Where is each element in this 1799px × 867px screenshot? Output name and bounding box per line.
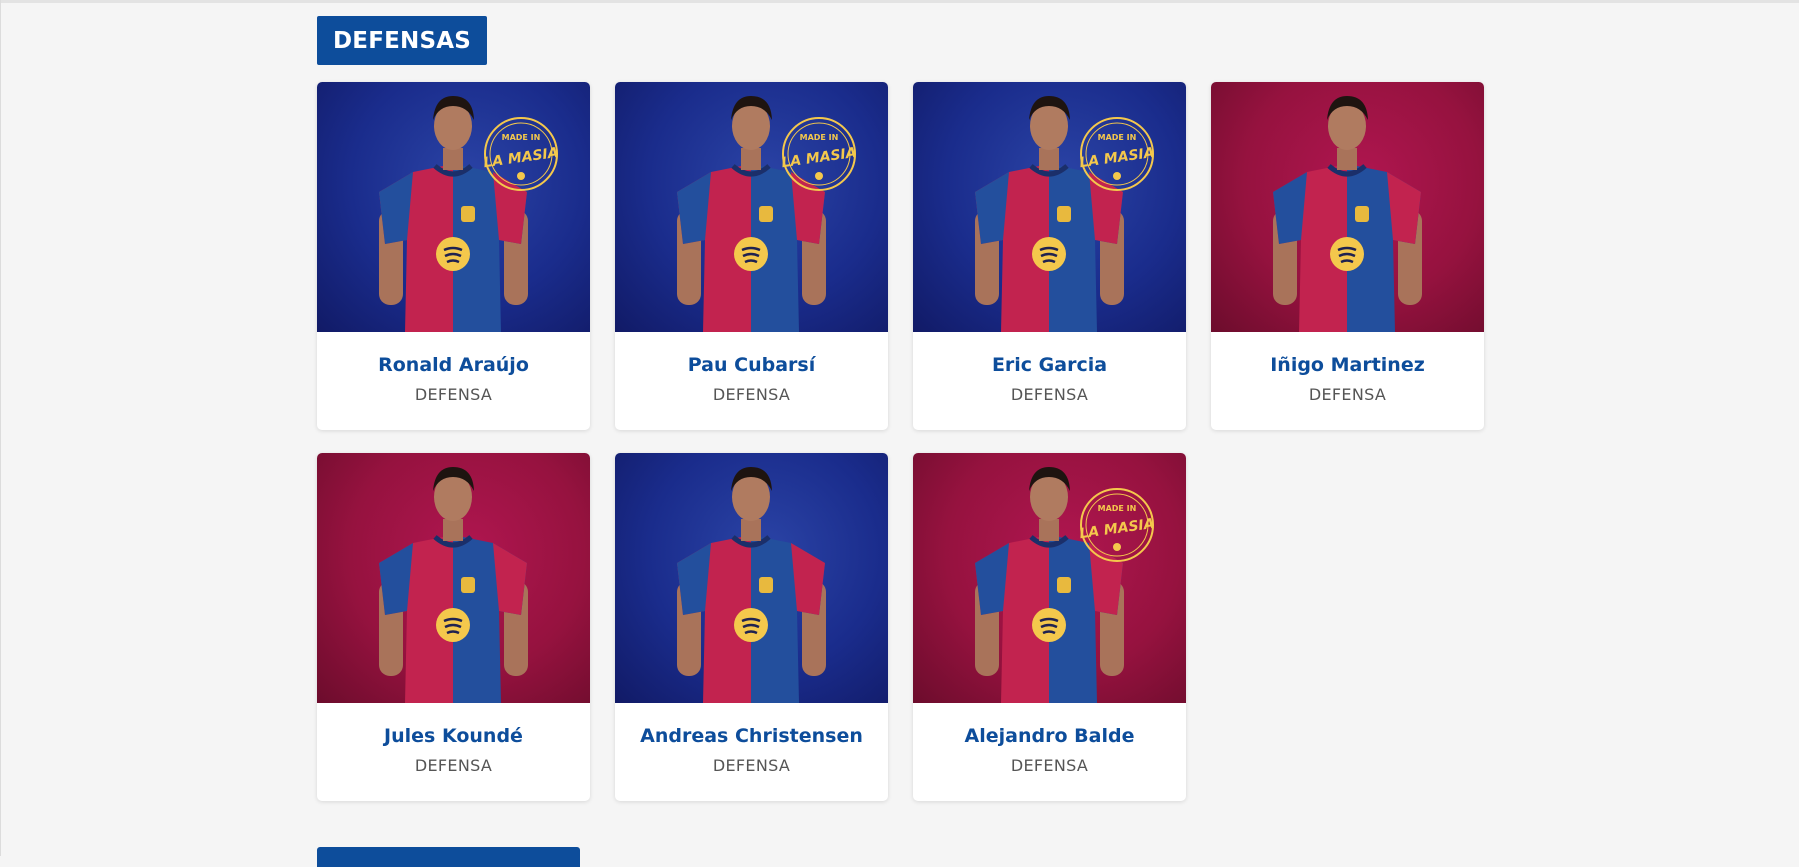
club-crest-icon	[461, 206, 475, 222]
player-photo[interactable]	[615, 453, 888, 703]
la-masia-badge: MADE IN LA MASIA	[780, 117, 858, 191]
page-top-border	[0, 0, 1799, 3]
club-crest-icon	[759, 577, 773, 593]
badge-la-masia-text: LA MASIA	[1078, 516, 1155, 542]
badge-made-in-text: MADE IN	[1098, 133, 1137, 142]
player-card[interactable]: Andreas Christensen DEFENSA	[615, 453, 888, 801]
club-crest-icon	[1057, 206, 1071, 222]
player-card[interactable]: MADE IN LA MASIA Eric Garcia DEFENSA	[913, 82, 1186, 430]
player-position: DEFENSA	[712, 385, 791, 404]
player-photo[interactable]: MADE IN LA MASIA	[615, 82, 888, 332]
player-position: DEFENSA	[414, 385, 493, 404]
player-photo[interactable]: MADE IN LA MASIA	[913, 82, 1186, 332]
player-figure	[677, 467, 826, 703]
la-masia-badge: MADE IN LA MASIA	[482, 117, 560, 191]
player-card[interactable]: MADE IN LA MASIA Pau Cubarsí DEFENSA	[615, 82, 888, 430]
player-card[interactable]: Jules Koundé DEFENSA	[317, 453, 590, 801]
player-position: DEFENSA	[414, 756, 493, 775]
badge-la-masia-text: LA MASIA	[780, 145, 857, 171]
section-title-defensas: DEFENSAS	[317, 16, 488, 65]
player-name[interactable]: Ronald Araújo	[378, 354, 529, 376]
player-position: DEFENSA	[712, 756, 791, 775]
player-position: DEFENSA	[1010, 385, 1089, 404]
player-figure	[677, 96, 826, 332]
player-name[interactable]: Alejandro Balde	[965, 725, 1135, 747]
player-figure	[379, 467, 528, 703]
club-crest-icon	[1057, 577, 1071, 593]
badge-made-in-text: MADE IN	[502, 133, 541, 142]
player-figure	[975, 96, 1124, 332]
player-photo[interactable]	[317, 453, 590, 703]
player-name[interactable]: Jules Koundé	[384, 725, 523, 747]
badge-made-in-text: MADE IN	[1098, 504, 1137, 513]
next-section-header	[317, 847, 580, 867]
page-left-border	[0, 0, 1, 856]
la-masia-badge: MADE IN LA MASIA	[1078, 488, 1156, 562]
player-photo[interactable]: MADE IN LA MASIA	[317, 82, 590, 332]
badge-la-masia-text: LA MASIA	[1078, 145, 1155, 171]
badge-made-in-text: MADE IN	[800, 133, 839, 142]
club-crest-icon	[759, 206, 773, 222]
player-name[interactable]: Pau Cubarsí	[688, 354, 815, 376]
player-card[interactable]: MADE IN LA MASIA Alejandro Balde DEFENSA	[913, 453, 1186, 801]
player-position: DEFENSA	[1308, 385, 1387, 404]
player-figure	[975, 467, 1124, 703]
club-crest-icon	[461, 577, 475, 593]
player-figure	[1273, 96, 1422, 332]
player-name[interactable]: Eric Garcia	[992, 354, 1107, 376]
club-crest-icon	[1355, 206, 1369, 222]
player-photo[interactable]: MADE IN LA MASIA	[913, 453, 1186, 703]
player-figure	[379, 96, 528, 332]
player-name[interactable]: Iñigo Martinez	[1270, 354, 1425, 376]
player-name[interactable]: Andreas Christensen	[640, 725, 863, 747]
la-masia-badge: MADE IN LA MASIA	[1078, 117, 1156, 191]
player-photo[interactable]	[1211, 82, 1484, 332]
badge-la-masia-text: LA MASIA	[482, 145, 559, 171]
player-position: DEFENSA	[1010, 756, 1089, 775]
player-card[interactable]: MADE IN LA MASIA Ronald Araújo DEFENSA	[317, 82, 590, 430]
player-card[interactable]: Iñigo Martinez DEFENSA	[1211, 82, 1484, 430]
